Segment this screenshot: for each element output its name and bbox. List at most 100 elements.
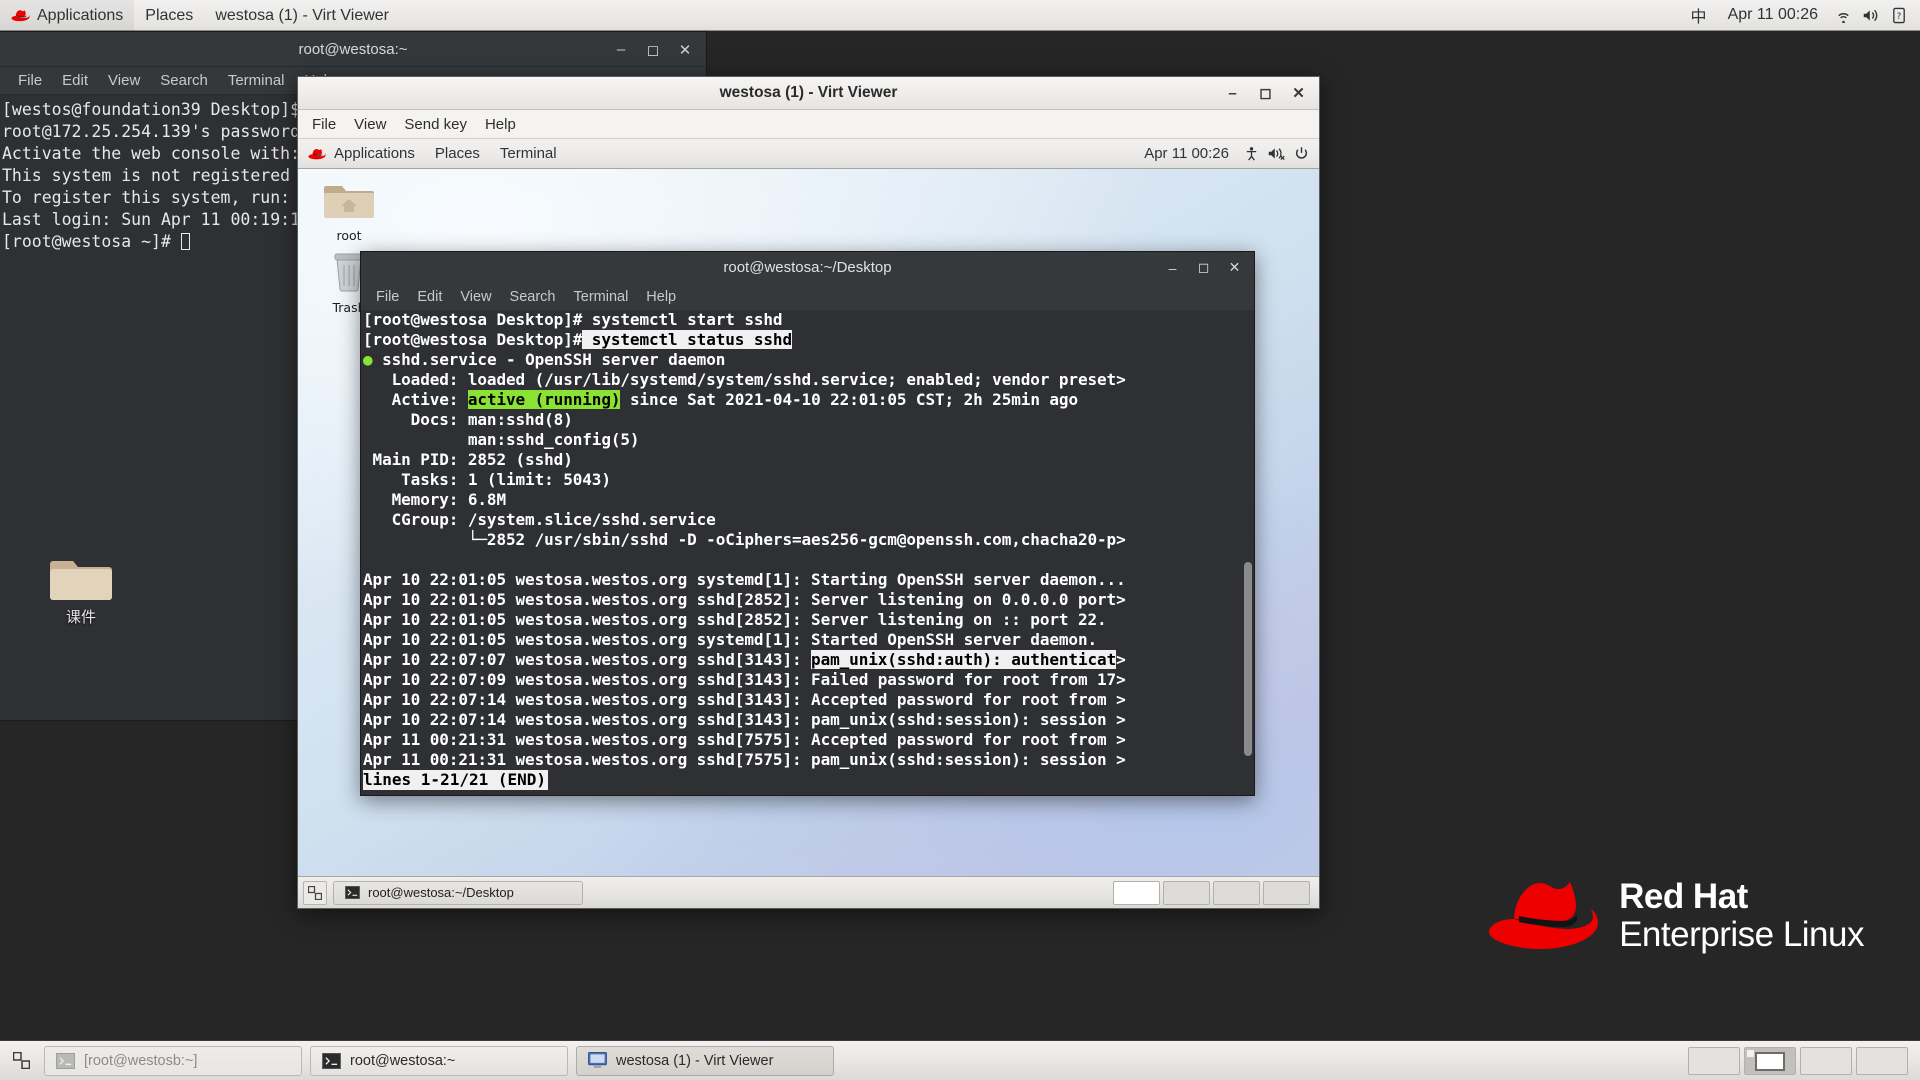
host-workspace-3[interactable] [1800,1046,1852,1075]
battery-icon[interactable]: ? [1886,0,1912,31]
terminal-command-line: [root@westosa Desktop]# systemctl start … [363,310,1254,330]
virt-viewer-window-buttons: – ◻ ✕ [1216,79,1315,107]
maximize-icon[interactable]: ◻ [638,37,668,63]
inner-terminal-title: root@westosa:~/Desktop [723,259,892,276]
terminal-icon [56,1052,75,1069]
guest-show-desktop-button[interactable] [303,880,327,905]
workspace-window-marker [1747,1049,1754,1057]
volume-icon[interactable] [1858,0,1884,31]
brand-line-redhat: Red Hat [1619,877,1748,917]
pager-status-line: lines 1-21/21 (END) [363,770,549,790]
minimize-icon[interactable]: – [1157,255,1188,280]
taskbar-item-westosa[interactable]: root@westosa:~ [310,1045,568,1076]
host-window-title: westosa (1) - Virt Viewer [215,6,389,24]
guest-workspace-switcher[interactable] [1113,880,1314,905]
taskbar-item-label: [root@westosb:~] [84,1052,198,1069]
ime-indicator[interactable]: 中 [1682,3,1716,27]
guest-window-title: Terminal [499,144,557,162]
host-applications-menu[interactable]: Applications [0,0,135,31]
accessibility-icon[interactable] [1240,138,1262,169]
host-workspace-4[interactable] [1856,1046,1908,1075]
journal-line-text: Apr 10 22:01:05 westosa.westos.org sshd[… [363,590,1117,609]
virt-viewer-window[interactable]: westosa (1) - Virt Viewer – ◻ ✕ File Vie… [297,76,1320,909]
close-icon[interactable]: ✕ [1282,79,1315,107]
bg-menu-search[interactable]: Search [150,70,218,91]
truncation-arrow-icon: > [1116,730,1126,749]
it-menu-search[interactable]: Search [501,287,565,307]
close-icon[interactable]: ✕ [1219,255,1250,280]
vv-menu-send-key[interactable]: Send key [395,113,476,136]
host-window-menu[interactable]: westosa (1) - Virt Viewer [204,0,400,31]
journal-line: Apr 10 22:01:05 westosa.westos.org sshd[… [363,590,1254,610]
bg-menu-terminal[interactable]: Terminal [218,70,295,91]
host-places-menu[interactable]: Places [134,0,204,31]
guest-places-menu[interactable]: Places [425,139,490,169]
journal-line-text: Apr 10 22:07:14 westosa.westos.org sshd[… [363,690,1117,709]
journal-line: Apr 10 22:01:05 westosa.westos.org syste… [363,630,1098,649]
host-workspace-1[interactable] [1688,1046,1740,1075]
it-menu-terminal[interactable]: Terminal [565,287,638,307]
bg-menu-file[interactable]: File [8,70,52,91]
truncation-arrow-icon: > [1116,370,1126,389]
inner-terminal-window[interactable]: root@westosa:~/Desktop – ◻ ✕ File Edit V… [360,251,1255,796]
terminal-scrollbar[interactable] [1242,310,1254,795]
bg-menu-edit[interactable]: Edit [52,70,98,91]
journal-line-text: Apr 10 22:07:09 westosa.westos.org sshd[… [363,670,1117,689]
power-icon[interactable] [1290,138,1312,169]
host-workspace-2[interactable] [1744,1046,1796,1075]
guest-workspace-1[interactable] [1113,880,1160,905]
journal-line-text: Apr 11 00:21:31 westosa.westos.org sshd[… [363,730,1117,749]
guest-clock[interactable]: Apr 11 00:26 [1136,145,1237,162]
journal-line: Apr 11 00:21:31 westosa.westos.org sshd[… [363,730,1254,750]
it-menu-view[interactable]: View [451,287,500,307]
maximize-icon[interactable]: ◻ [1249,79,1282,107]
close-icon[interactable]: ✕ [670,37,700,63]
host-desktop: Applications Places westosa (1) - Virt V… [0,0,1920,1080]
vv-menu-file[interactable]: File [303,113,345,136]
it-menu-help[interactable]: Help [637,287,685,307]
home-folder-icon [324,179,374,226]
maximize-icon[interactable]: ◻ [1188,255,1219,280]
bg-menu-view[interactable]: View [98,70,150,91]
service-active-since: since Sat 2021-04-10 22:01:05 CST; 2h 25… [620,390,1078,409]
shell-command: systemctl start sshd [591,310,783,329]
rhel-brand-text: Red Hat Enterprise Linux [1619,878,1864,952]
guest-taskbar-item-terminal[interactable]: root@westosa:~/Desktop [333,880,583,905]
monitor-icon [588,1052,607,1069]
journal-line: Apr 10 22:01:05 westosa.westos.org sshd[… [363,610,1107,629]
guest-desktop: root Trash root@westosa:~/Desktop – ◻ ✕ … [298,169,1319,876]
it-menu-edit[interactable]: Edit [408,287,451,307]
volume-muted-icon[interactable] [1265,138,1287,169]
vv-menu-help[interactable]: Help [476,113,525,136]
journal-line: Apr 10 22:01:05 westosa.westos.org syste… [363,570,1126,589]
host-clock[interactable]: Apr 11 00:26 [1718,6,1828,24]
desktop-icon-kejian[interactable]: 课件 [30,552,132,627]
guest-workspace-4[interactable] [1263,880,1310,905]
minimize-icon[interactable]: – [606,37,636,63]
redhat-logo-icon [1486,875,1601,956]
guest-workspace-3[interactable] [1213,880,1260,905]
shell-prompt: [root@westosa Desktop]# [363,330,583,349]
taskbar-item-virt-viewer[interactable]: westosa (1) - Virt Viewer [576,1045,834,1076]
vv-menu-view[interactable]: View [345,113,395,136]
guest-window-menu[interactable]: Terminal [490,139,567,169]
host-applications-label: Applications [37,6,124,24]
virt-viewer-menubar: File View Send key Help [298,110,1319,139]
taskbar-item-westosb[interactable]: [root@westosb:~] [44,1045,302,1076]
guest-desktop-icon-home[interactable]: root [312,179,386,243]
it-menu-file[interactable]: File [367,287,408,307]
show-desktop-button[interactable] [6,1046,36,1076]
truncation-arrow-icon: > [1116,530,1126,549]
taskbar-item-label: root@westosa:~ [350,1052,456,1069]
truncation-arrow-icon: > [1116,750,1126,769]
guest-applications-menu[interactable]: Applications [298,139,425,169]
inner-terminal-output[interactable]: [root@westosa Desktop]# systemctl start … [361,310,1254,795]
bg-terminal-window-buttons: – ◻ ✕ [606,32,700,67]
host-workspace-switcher[interactable] [1688,1046,1914,1075]
desktop-icon-label: 课件 [65,608,96,626]
wifi-icon[interactable] [1830,0,1856,31]
scrollbar-thumb[interactable] [1244,562,1252,757]
journal-line: Apr 10 22:07:14 westosa.westos.org sshd[… [363,690,1254,710]
guest-workspace-2[interactable] [1163,880,1210,905]
minimize-icon[interactable]: – [1216,79,1249,107]
